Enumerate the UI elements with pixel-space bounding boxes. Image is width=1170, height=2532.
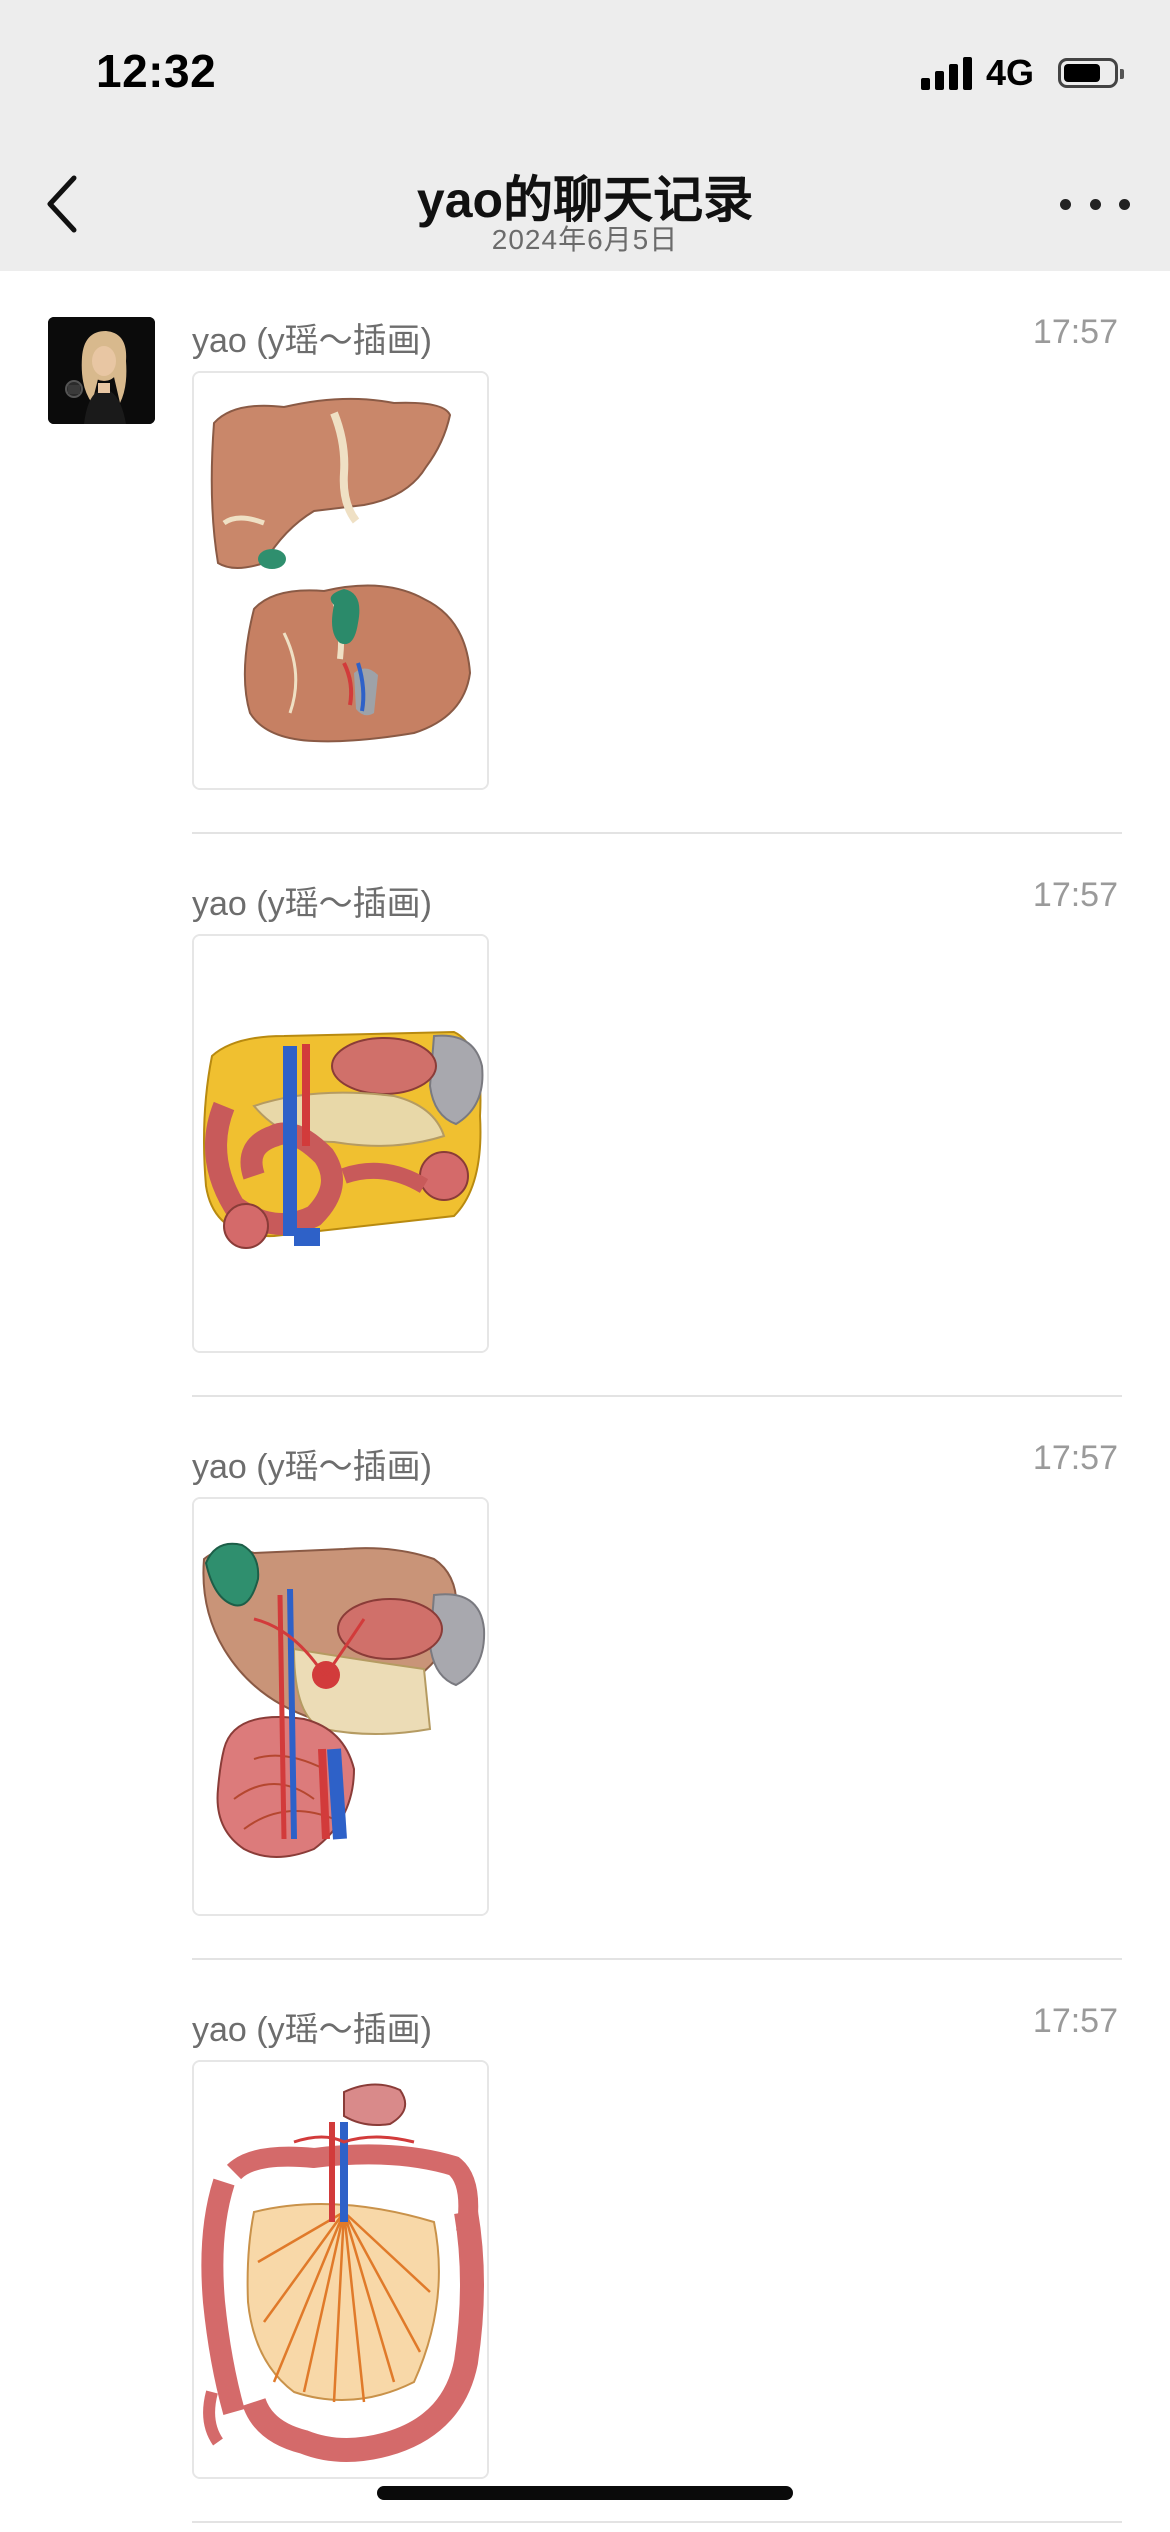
- message-item: yao (y瑶～插画) 17:57: [0, 1960, 1170, 2523]
- divider: [192, 2521, 1122, 2523]
- message-item: yao (y瑶～插画) 17:57: [0, 834, 1170, 1397]
- avatar[interactable]: [48, 317, 155, 424]
- network-type: 4G: [985, 52, 1034, 93]
- message-list[interactable]: yao (y瑶～插画) 17:57 yao (y瑶～插画) 17:57 yao …: [0, 271, 1170, 2532]
- page-subtitle-date: 2024年6月5日: [491, 224, 679, 255]
- message-time: 17:57: [1032, 876, 1118, 914]
- sender-name: yao (y瑶～插画): [192, 1448, 432, 1486]
- status-time: 12:32: [96, 45, 217, 97]
- home-indicator[interactable]: [377, 2486, 793, 2500]
- message-item: yao (y瑶～插画) 17:57: [0, 271, 1170, 834]
- pancreas-duodenum-illustration: [194, 936, 487, 1351]
- message-time: 17:57: [1032, 2002, 1118, 2040]
- liver-anatomy-illustration: [194, 373, 487, 788]
- image-attachment[interactable]: [192, 1497, 489, 1916]
- chat-history-header: 12:32 4G yao的聊天记录 2024年6月5日: [0, 0, 1170, 271]
- image-attachment[interactable]: [192, 934, 489, 1353]
- status-indicators: 4G: [920, 52, 1124, 94]
- image-attachment[interactable]: [192, 371, 489, 790]
- message-time: 17:57: [1032, 1439, 1118, 1477]
- sender-name: yao (y瑶～插画): [192, 2011, 432, 2049]
- sender-name: yao (y瑶～插画): [192, 322, 432, 360]
- intestine-mesentery-illustration: [194, 2062, 487, 2477]
- message-time: 17:57: [1032, 313, 1118, 351]
- stomach-vessels-illustration: [194, 1499, 487, 1914]
- signal-bars-icon: [920, 56, 972, 90]
- battery-icon: [1058, 58, 1124, 88]
- image-attachment[interactable]: [192, 2060, 489, 2479]
- sender-name: yao (y瑶～插画): [192, 885, 432, 923]
- more-dots-icon: [1060, 198, 1071, 210]
- message-item: yao (y瑶～插画) 17:57: [0, 1397, 1170, 1960]
- more-options-button[interactable]: [1060, 186, 1130, 222]
